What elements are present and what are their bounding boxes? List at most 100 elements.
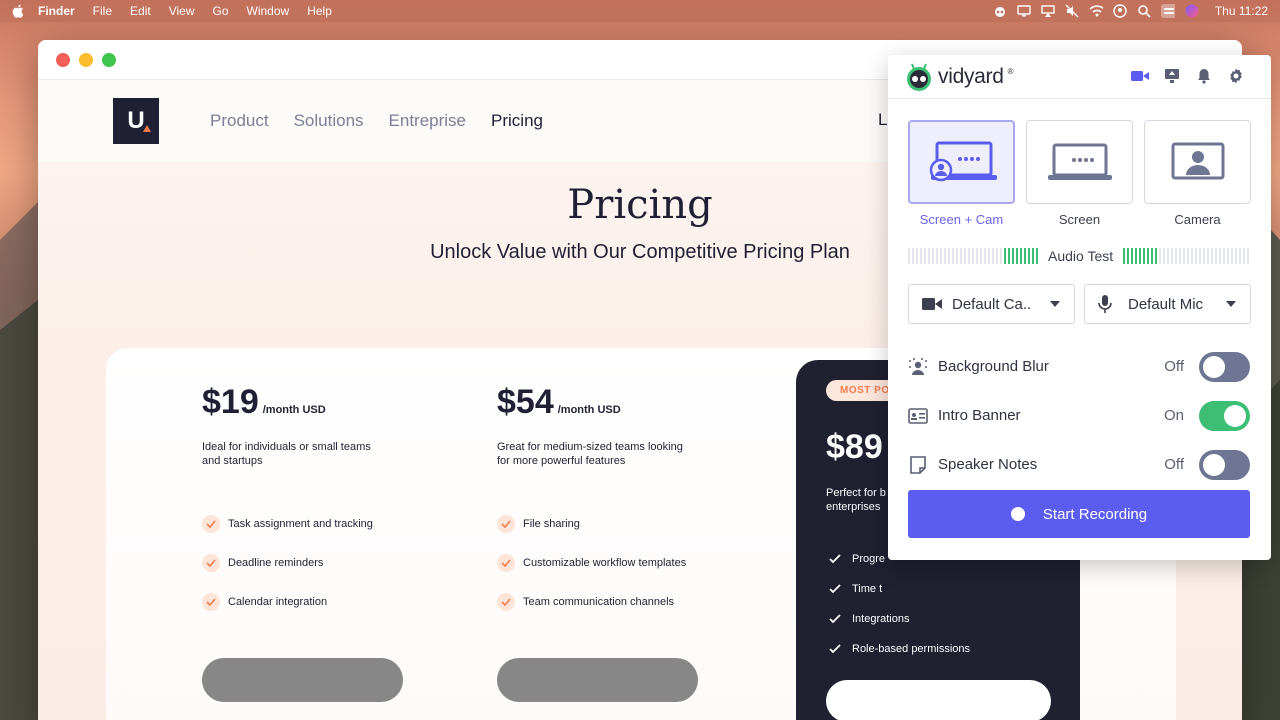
nav-solutions[interactable]: Solutions — [294, 111, 364, 131]
meter-bar-active — [1004, 248, 1006, 264]
minimize-window-button[interactable] — [79, 52, 93, 67]
check-icon — [826, 580, 844, 598]
vidyard-status-icon[interactable] — [993, 4, 1007, 18]
menu-clock[interactable]: Thu 11:22 — [1215, 4, 1268, 18]
record-dot-icon — [1010, 507, 1025, 521]
list-item: Integrations — [826, 604, 970, 634]
menu-finder[interactable]: Finder — [38, 4, 75, 18]
meter-bar — [1163, 248, 1166, 264]
airplay-icon[interactable] — [1041, 4, 1055, 18]
meter-bar — [1235, 248, 1238, 264]
meter-bar-active — [1135, 248, 1138, 264]
feature-text: File sharing — [523, 517, 580, 530]
feature-text: Task assignment and tracking — [228, 517, 373, 530]
list-item: Role-based permissions — [826, 634, 970, 664]
menu-edit[interactable]: Edit — [130, 4, 151, 18]
vidyard-logo: vidyard ® — [904, 62, 1014, 92]
chevron-down-icon — [1226, 301, 1236, 307]
user-icon[interactable] — [1113, 4, 1127, 18]
meter-bar-active — [1143, 248, 1146, 264]
apple-icon[interactable] — [12, 4, 26, 18]
meter-bar — [1171, 248, 1174, 264]
gear-icon[interactable] — [1227, 67, 1245, 85]
meter-bar — [932, 248, 934, 264]
toggle-label: Speaker Notes — [938, 456, 1038, 473]
meter-bar-active — [1008, 248, 1010, 264]
meter-bar-active — [1123, 248, 1126, 264]
nav-enterprise[interactable]: Entreprise — [389, 111, 466, 131]
intro-banner-row: Intro Banner On — [908, 391, 1250, 440]
nav-product[interactable]: Product — [210, 111, 269, 131]
zoom-window-button[interactable] — [102, 52, 116, 67]
audio-meter-right — [1123, 248, 1250, 264]
toggle-state: Off — [1164, 456, 1184, 473]
background-blur-icon — [908, 357, 928, 377]
mode-camera[interactable]: Camera — [1144, 120, 1251, 227]
meter-bar — [1215, 248, 1218, 264]
recording-mode-selector: Screen + Cam Screen Camera — [908, 120, 1251, 227]
background-blur-toggle[interactable] — [1199, 351, 1250, 382]
check-icon — [826, 640, 844, 658]
feature-text: Calendar integration — [228, 595, 328, 608]
plan-featured-button[interactable] — [826, 680, 1051, 720]
camera-select-value: Default Ca.. — [952, 295, 1032, 313]
camera-select[interactable]: Default Ca.. — [908, 284, 1075, 324]
video-camera-icon[interactable] — [1131, 67, 1149, 85]
start-recording-button[interactable]: Start Recording — [908, 490, 1250, 538]
price-amount: $54 — [497, 383, 554, 421]
speaker-notes-toggle[interactable] — [1199, 449, 1250, 480]
meter-bar — [980, 248, 982, 264]
meter-bar — [908, 248, 910, 264]
menu-go[interactable]: Go — [213, 4, 229, 18]
intro-banner-toggle[interactable] — [1199, 400, 1250, 431]
feature-text: Time t — [852, 583, 883, 595]
meter-bar — [968, 248, 970, 264]
site-logo[interactable]: U — [113, 98, 159, 144]
mode-screen[interactable]: Screen — [1026, 120, 1133, 227]
meter-bar — [984, 248, 986, 264]
nav-login-link[interactable]: L — [878, 110, 887, 130]
mute-icon[interactable] — [1065, 4, 1079, 18]
meter-bar — [960, 248, 962, 264]
meter-bar — [1207, 248, 1210, 264]
toggle-label: Intro Banner — [938, 407, 1021, 424]
mode-label: Screen + Cam — [919, 212, 1004, 227]
search-icon[interactable] — [1137, 4, 1151, 18]
menu-view[interactable]: View — [169, 4, 195, 18]
siri-icon[interactable] — [1185, 4, 1199, 18]
mode-tile[interactable] — [908, 120, 1015, 204]
menu-window[interactable]: Window — [247, 4, 290, 18]
list-item: File sharing — [497, 504, 757, 543]
plan-description: Ideal for individuals or small teams and… — [202, 441, 371, 467]
bell-icon[interactable] — [1195, 67, 1213, 85]
meter-bar — [948, 248, 950, 264]
plan-pro-button[interactable] — [497, 658, 698, 702]
price-amount: $19 — [202, 383, 259, 421]
vidyard-robot-icon — [907, 63, 931, 91]
screen-share-icon[interactable] — [1163, 67, 1181, 85]
status-area: Thu 11:22 — [993, 0, 1268, 22]
mode-tile[interactable] — [1144, 120, 1251, 204]
menu-help[interactable]: Help — [307, 4, 332, 18]
check-icon — [202, 592, 220, 611]
mode-tile[interactable] — [1026, 120, 1133, 204]
mic-select[interactable]: Default Mic — [1084, 284, 1251, 324]
mode-screen-cam[interactable]: Screen + Cam — [908, 120, 1015, 227]
plan-basic-button[interactable] — [202, 658, 403, 702]
feature-text: Deadline reminders — [228, 556, 324, 569]
wifi-icon[interactable] — [1089, 4, 1103, 18]
close-window-button[interactable] — [56, 52, 70, 67]
meter-bar — [928, 248, 930, 264]
display-icon[interactable] — [1017, 4, 1031, 18]
meter-bar — [1000, 248, 1002, 264]
menu-file[interactable]: File — [93, 4, 112, 18]
video-camera-icon — [922, 295, 942, 313]
meter-bar — [988, 248, 990, 264]
audio-test-meter: Audio Test — [908, 245, 1250, 267]
nav-pricing[interactable]: Pricing — [491, 111, 543, 131]
control-center-icon[interactable] — [1160, 4, 1175, 18]
meter-bar-active — [1016, 248, 1018, 264]
vidyard-registered-mark: ® — [1007, 67, 1014, 76]
toggle-label: Background Blur — [938, 358, 1049, 375]
vidyard-header: vidyard ® — [888, 55, 1271, 99]
